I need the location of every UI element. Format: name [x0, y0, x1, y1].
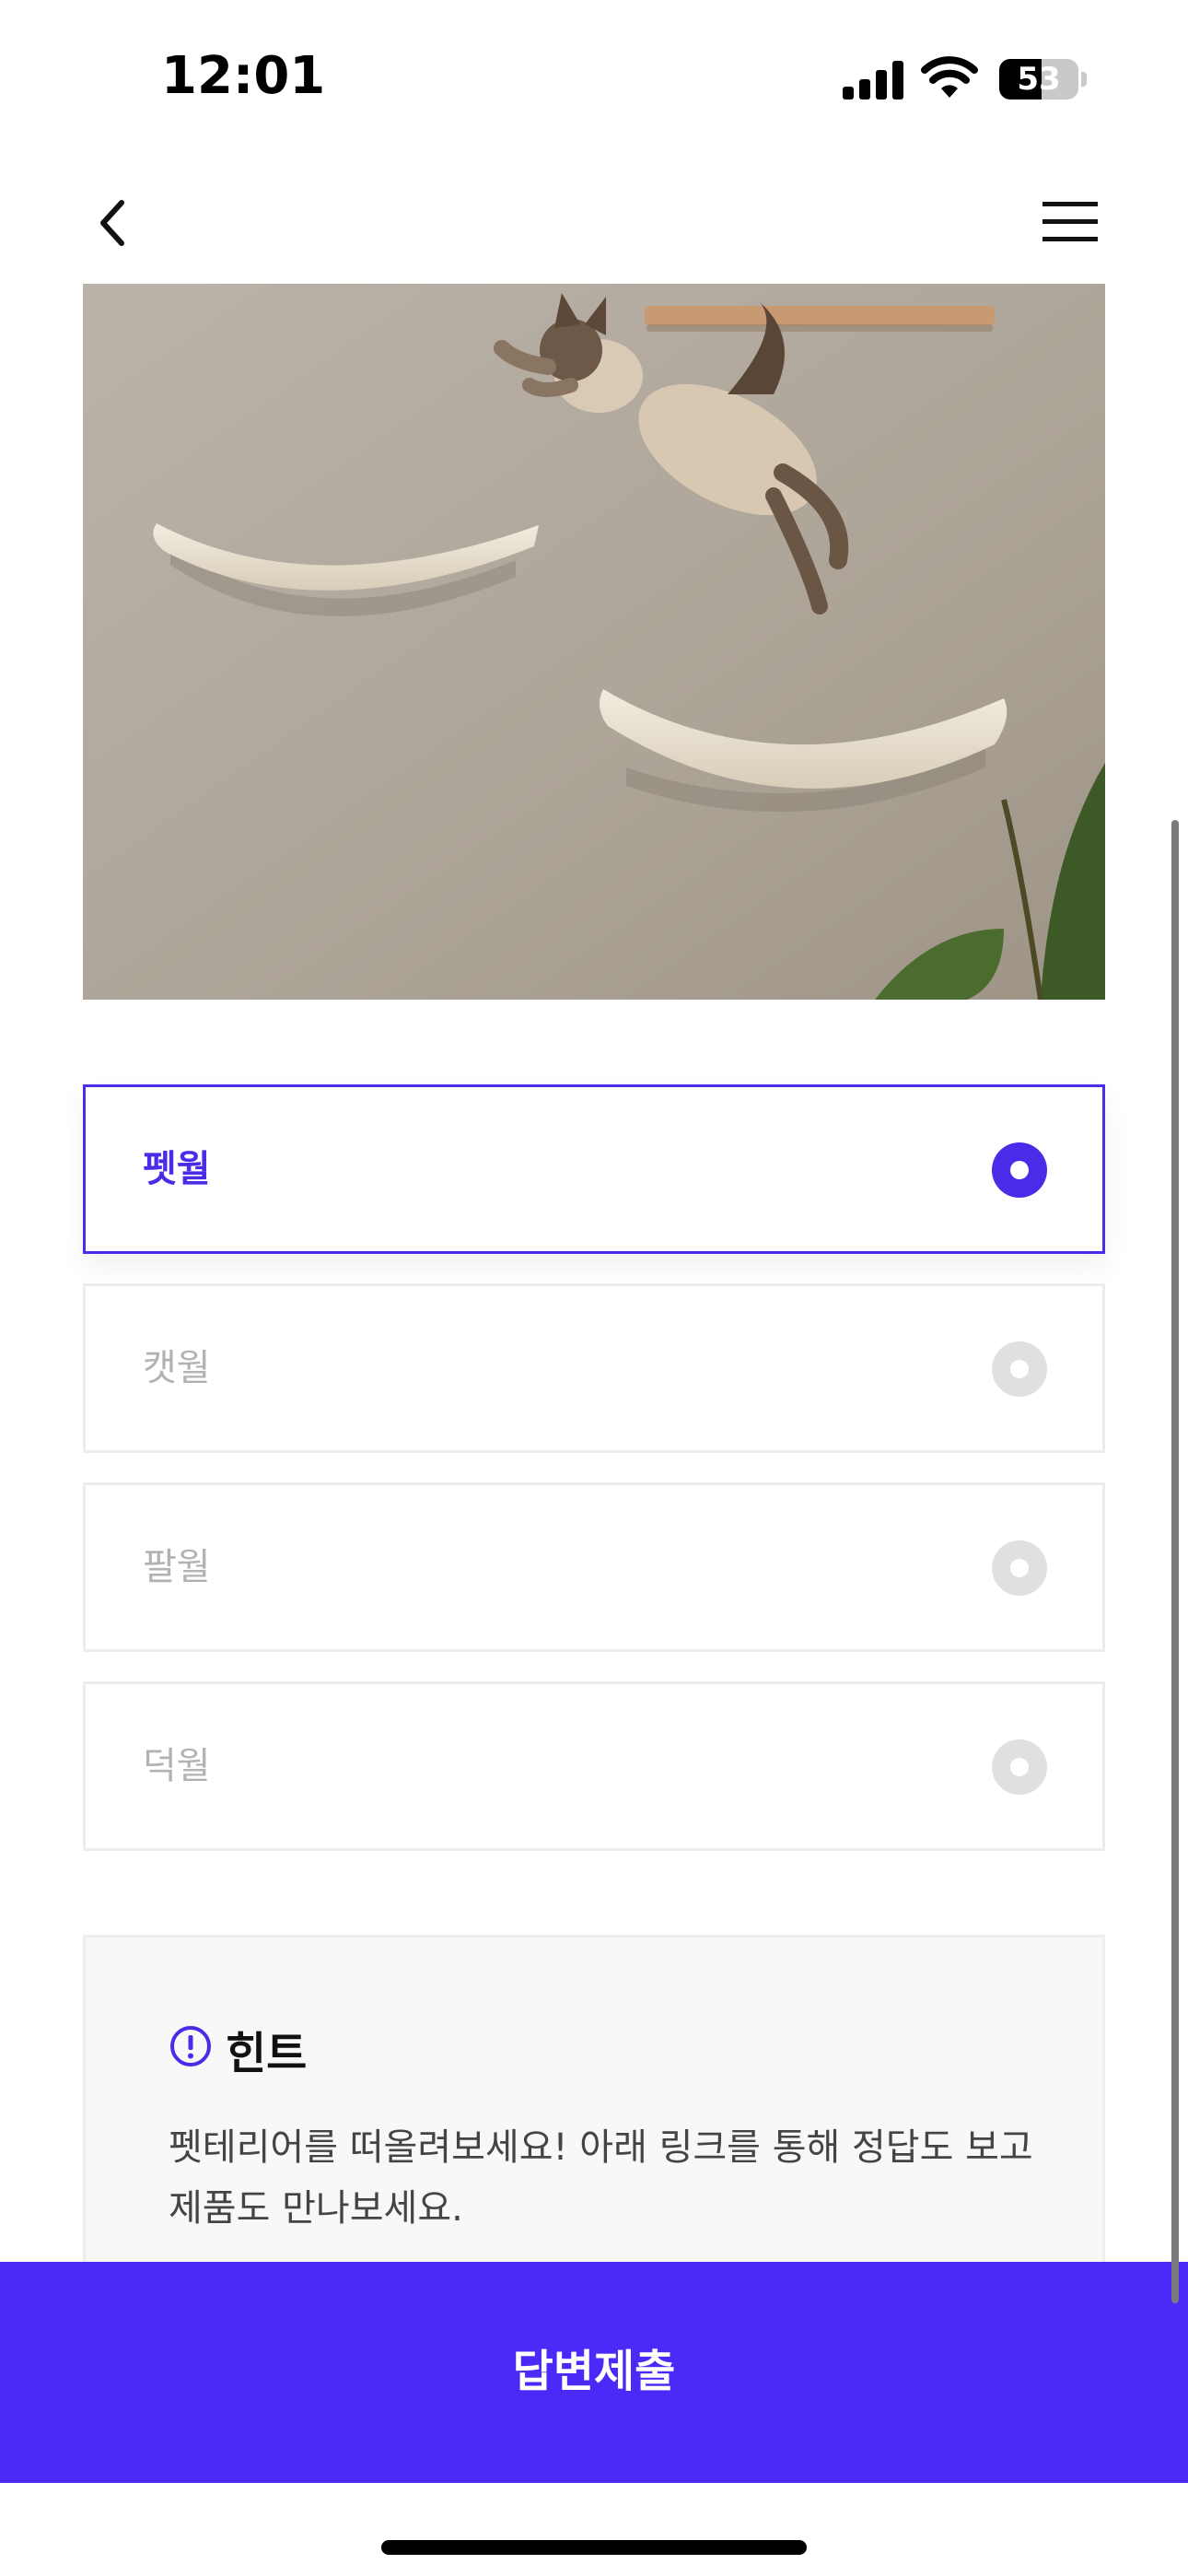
option-palwall[interactable]: 팔월	[83, 1482, 1105, 1652]
option-label: 덕월	[143, 1745, 211, 1787]
battery-percent: 53	[1017, 61, 1061, 98]
radio-unselected-icon[interactable]	[992, 1540, 1047, 1596]
radio-selected-icon[interactable]	[992, 1142, 1047, 1198]
battery-icon: 53	[999, 59, 1078, 100]
battery-tip	[1081, 72, 1087, 87]
option-duckwall[interactable]: 덕월	[83, 1681, 1105, 1851]
home-indicator[interactable]	[381, 2540, 807, 2555]
option-label: 펫월	[143, 1148, 211, 1190]
option-label: 캣월	[143, 1347, 211, 1389]
submit-button-label: 답변제출	[512, 2348, 676, 2396]
hint-title: 힌트	[226, 2028, 308, 2079]
option-catwall[interactable]: 캣월	[83, 1283, 1105, 1453]
status-time: 12:01	[161, 46, 326, 106]
radio-unselected-icon[interactable]	[992, 1739, 1047, 1795]
hint-box: 힌트 펫테리어를 떠올려보세요! 아래 링크를 통해 정답도 보고 제품도 만나…	[83, 1935, 1105, 2303]
option-petwall[interactable]: 펫월	[83, 1084, 1105, 1254]
cellular-signal-icon	[843, 61, 903, 100]
status-bar: 12:01 53	[0, 0, 1188, 147]
cat-wall-shelf-photo	[83, 284, 1105, 1000]
hamburger-menu-icon[interactable]	[1041, 198, 1100, 246]
chevron-left-icon[interactable]	[85, 193, 144, 252]
submit-answer-button[interactable]: 답변제출	[0, 2262, 1188, 2483]
wifi-icon	[921, 56, 978, 98]
option-label: 팔월	[143, 1546, 211, 1588]
radio-unselected-icon[interactable]	[992, 1341, 1047, 1397]
scrollbar[interactable]	[1171, 820, 1179, 2303]
hint-body: 펫테리어를 떠올려보세요! 아래 링크를 통해 정답도 보고 제품도 만나보세요…	[169, 2126, 1033, 2230]
exclamation-circle-icon	[170, 2026, 211, 2067]
